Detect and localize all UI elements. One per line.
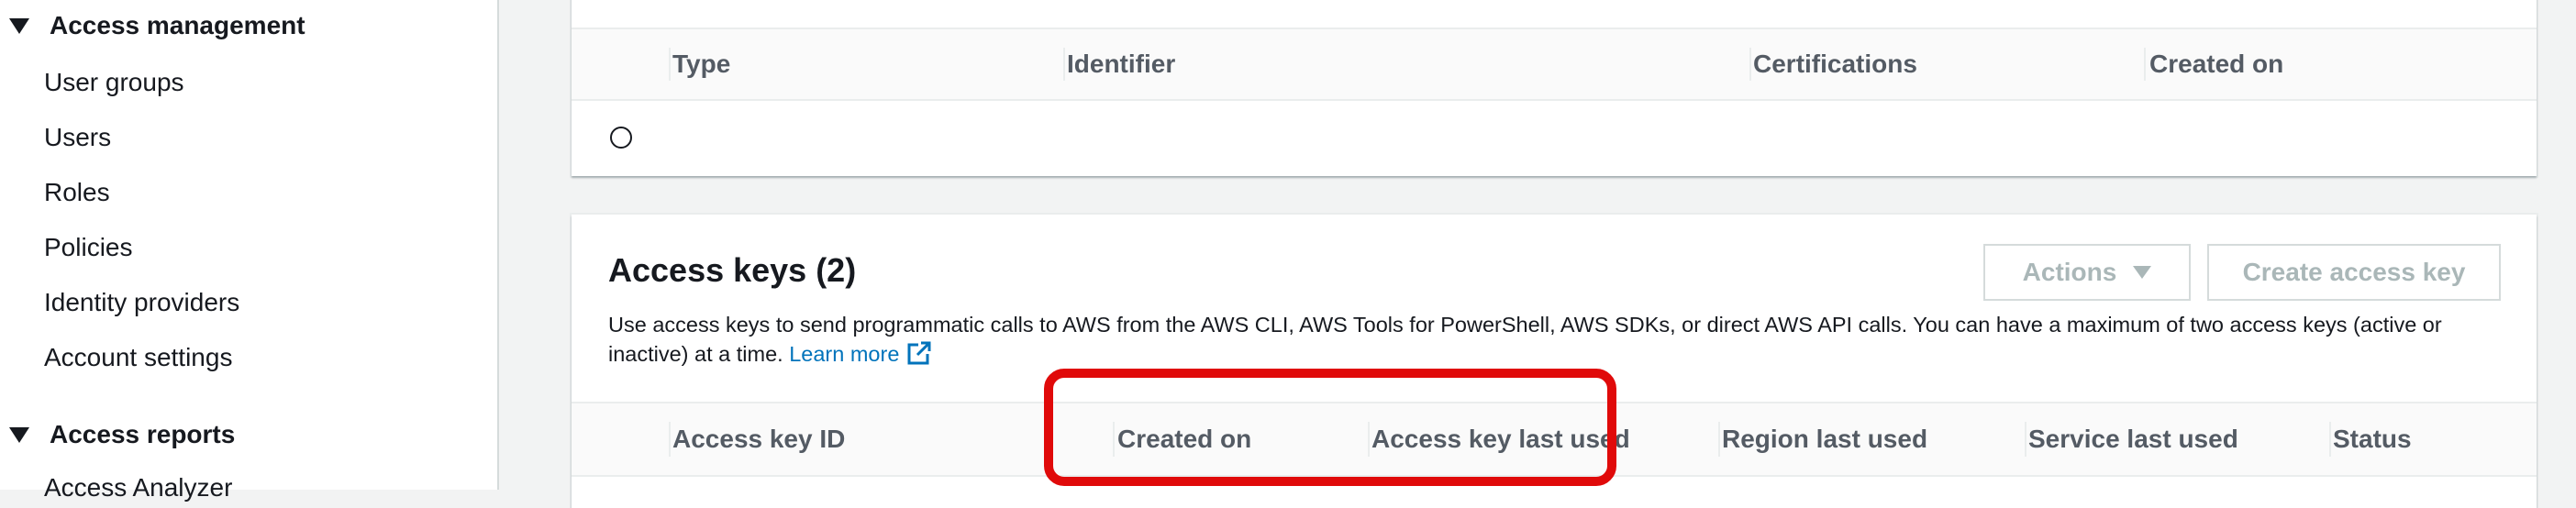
table-header-row: Type Identifier Certifications Created o…: [572, 28, 2537, 101]
caret-down-icon: [9, 426, 29, 443]
section-access-management-label: Access management: [50, 11, 305, 39]
actions-button[interactable]: Actions: [1983, 244, 2191, 301]
section-access-management[interactable]: Access management: [0, 11, 305, 40]
section-access-reports[interactable]: Access reports: [0, 420, 235, 449]
caret-down-icon: [9, 17, 29, 34]
access-keys-description: Use access keys to send programmatic cal…: [608, 310, 2507, 369]
create-access-key-label: Create access key: [2242, 258, 2466, 286]
external-link-icon: [907, 340, 932, 365]
column-header-certifications[interactable]: Certifications: [1716, 29, 2083, 99]
column-header-access-key-id[interactable]: Access key ID: [636, 403, 1021, 475]
learn-more-link[interactable]: Learn more: [789, 340, 932, 366]
column-header-status[interactable]: Status: [2296, 403, 2498, 475]
sidebar-item-identity-providers[interactable]: Identity providers: [44, 288, 239, 317]
actions-button-label: Actions: [2022, 258, 2117, 286]
sidebar-item-users[interactable]: Users: [44, 123, 111, 152]
section-access-reports-label: Access reports: [50, 420, 236, 448]
sidebar-item-access-analyzer[interactable]: Access Analyzer: [44, 473, 232, 502]
sidebar: Access management User groups Users Role…: [0, 0, 499, 502]
access-keys-title: Access keys (2): [608, 251, 857, 289]
sidebar-item-user-groups[interactable]: User groups: [44, 68, 184, 97]
column-header-type[interactable]: Type: [636, 29, 1003, 99]
access-keys-header-row: Access key ID Created on Access key last…: [572, 402, 2537, 477]
caret-down-icon: [2133, 266, 2152, 279]
column-header-access-key-last-used[interactable]: Access key last used: [1335, 403, 1665, 475]
identity-table-panel: Type Identifier Certifications Created o…: [572, 0, 2537, 176]
sidebar-item-roles[interactable]: Roles: [44, 178, 110, 207]
column-header-region-last-used[interactable]: Region last used: [1685, 403, 1988, 475]
sidebar-item-policies[interactable]: Policies: [44, 233, 132, 262]
column-header-identifier[interactable]: Identifier: [1030, 29, 1672, 99]
create-access-key-button[interactable]: Create access key: [2207, 244, 2501, 301]
main-content: Type Identifier Certifications Created o…: [501, 0, 2576, 508]
column-header-service-last-used[interactable]: Service last used: [1992, 403, 2294, 475]
sidebar-item-account-settings[interactable]: Account settings: [44, 343, 232, 372]
row-select-radio[interactable]: [610, 127, 632, 149]
access-keys-panel: Access keys (2) Actions Create access ke…: [572, 215, 2537, 508]
column-header-created-on[interactable]: Created on: [2113, 29, 2480, 99]
learn-more-label: Learn more: [789, 342, 900, 366]
column-header-created-on[interactable]: Created on: [1081, 403, 1319, 475]
